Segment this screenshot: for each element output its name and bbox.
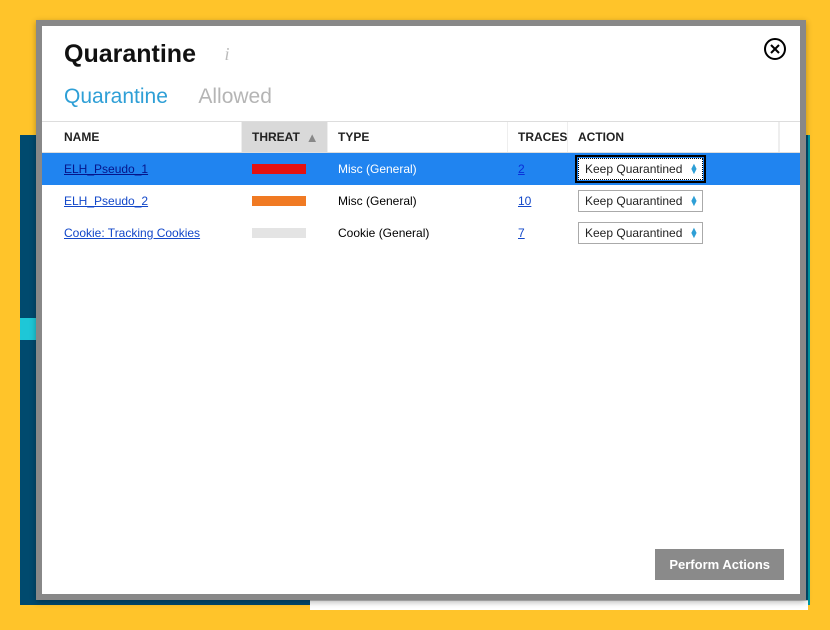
traces-link[interactable]: 10 bbox=[518, 194, 531, 208]
cell-type: Misc (General) bbox=[328, 162, 508, 176]
cell-type: Misc (General) bbox=[328, 194, 508, 208]
modal-title: Quarantine bbox=[64, 40, 196, 69]
app-bottom-strip bbox=[310, 600, 808, 610]
column-header-name[interactable]: NAME bbox=[42, 122, 242, 152]
cell-action: Keep Quarantined ▲▼ bbox=[568, 222, 780, 244]
table-body: ELH_Pseudo_1 Misc (General) 2 Keep Quaranti… bbox=[42, 153, 800, 249]
action-select-label: Keep Quarantined bbox=[585, 194, 682, 208]
tab-quarantine[interactable]: Quarantine bbox=[64, 85, 168, 115]
tab-bar: Quarantine Allowed bbox=[42, 77, 800, 115]
column-header-type[interactable]: TYPE bbox=[328, 122, 508, 152]
select-arrows-icon: ▲▼ bbox=[689, 164, 698, 174]
action-select-label: Keep Quarantined bbox=[585, 162, 682, 176]
cell-action: Keep Quarantined ▲▼ bbox=[568, 158, 780, 180]
tab-allowed[interactable]: Allowed bbox=[198, 85, 272, 115]
column-header-name-label: NAME bbox=[64, 130, 99, 144]
cell-type: Cookie (General) bbox=[328, 226, 508, 240]
traces-link[interactable]: 7 bbox=[518, 226, 525, 240]
info-icon[interactable]: i bbox=[224, 44, 229, 65]
results-table: NAME THREAT ▲ TYPE TRACES ACTION ELH_Pse… bbox=[42, 121, 800, 249]
cell-threat bbox=[242, 164, 328, 174]
action-select[interactable]: Keep Quarantined ▲▼ bbox=[578, 158, 703, 180]
threat-level-bar bbox=[252, 196, 306, 206]
threat-level-bar bbox=[252, 228, 306, 238]
column-header-threat[interactable]: THREAT ▲ bbox=[242, 122, 328, 152]
column-header-action-label: ACTION bbox=[578, 130, 624, 144]
threat-name-link[interactable]: ELH_Pseudo_1 bbox=[64, 162, 148, 176]
table-row[interactable]: ELH_Pseudo_2 Misc (General) 10 Keep Quarant… bbox=[42, 185, 800, 217]
select-arrows-icon: ▲▼ bbox=[689, 228, 698, 238]
action-select[interactable]: Keep Quarantined ▲▼ bbox=[578, 222, 703, 244]
cell-traces: 10 bbox=[508, 194, 568, 208]
table-row[interactable]: ELH_Pseudo_1 Misc (General) 2 Keep Quaranti… bbox=[42, 153, 800, 185]
column-header-type-label: TYPE bbox=[338, 130, 369, 144]
cell-traces: 7 bbox=[508, 226, 568, 240]
column-header-threat-label: THREAT bbox=[252, 130, 300, 144]
cell-threat bbox=[242, 196, 328, 206]
column-header-tail bbox=[779, 122, 800, 152]
threat-name-link[interactable]: ELH_Pseudo_2 bbox=[64, 194, 148, 208]
cell-name: Cookie: Tracking Cookies bbox=[42, 226, 242, 240]
close-icon bbox=[770, 44, 780, 54]
cell-threat bbox=[242, 228, 328, 238]
sort-ascending-icon: ▲ bbox=[306, 131, 319, 144]
action-select[interactable]: Keep Quarantined ▲▼ bbox=[578, 190, 703, 212]
threat-level-bar bbox=[252, 164, 306, 174]
select-arrows-icon: ▲▼ bbox=[689, 196, 698, 206]
threat-name-link[interactable]: Cookie: Tracking Cookies bbox=[64, 226, 200, 240]
column-header-action[interactable]: ACTION bbox=[568, 122, 779, 152]
cell-action: Keep Quarantined ▲▼ bbox=[568, 190, 780, 212]
column-header-traces[interactable]: TRACES bbox=[508, 122, 568, 152]
table-row[interactable]: Cookie: Tracking Cookies Cookie (General)… bbox=[42, 217, 800, 249]
cell-name: ELH_Pseudo_1 bbox=[42, 162, 242, 176]
modal-header: Quarantine i bbox=[42, 26, 800, 77]
cell-name: ELH_Pseudo_2 bbox=[42, 194, 242, 208]
column-header-traces-label: TRACES bbox=[518, 130, 567, 144]
perform-actions-button[interactable]: Perform Actions bbox=[655, 549, 784, 580]
close-button[interactable] bbox=[764, 38, 786, 60]
cell-traces: 2 bbox=[508, 162, 568, 176]
action-select-label: Keep Quarantined bbox=[585, 226, 682, 240]
quarantine-modal: Quarantine i Quarantine Allowed NAME THR… bbox=[36, 20, 806, 600]
table-header-row: NAME THREAT ▲ TYPE TRACES ACTION bbox=[42, 121, 800, 153]
traces-link[interactable]: 2 bbox=[518, 162, 525, 176]
app-sidebar-accent bbox=[20, 318, 36, 340]
